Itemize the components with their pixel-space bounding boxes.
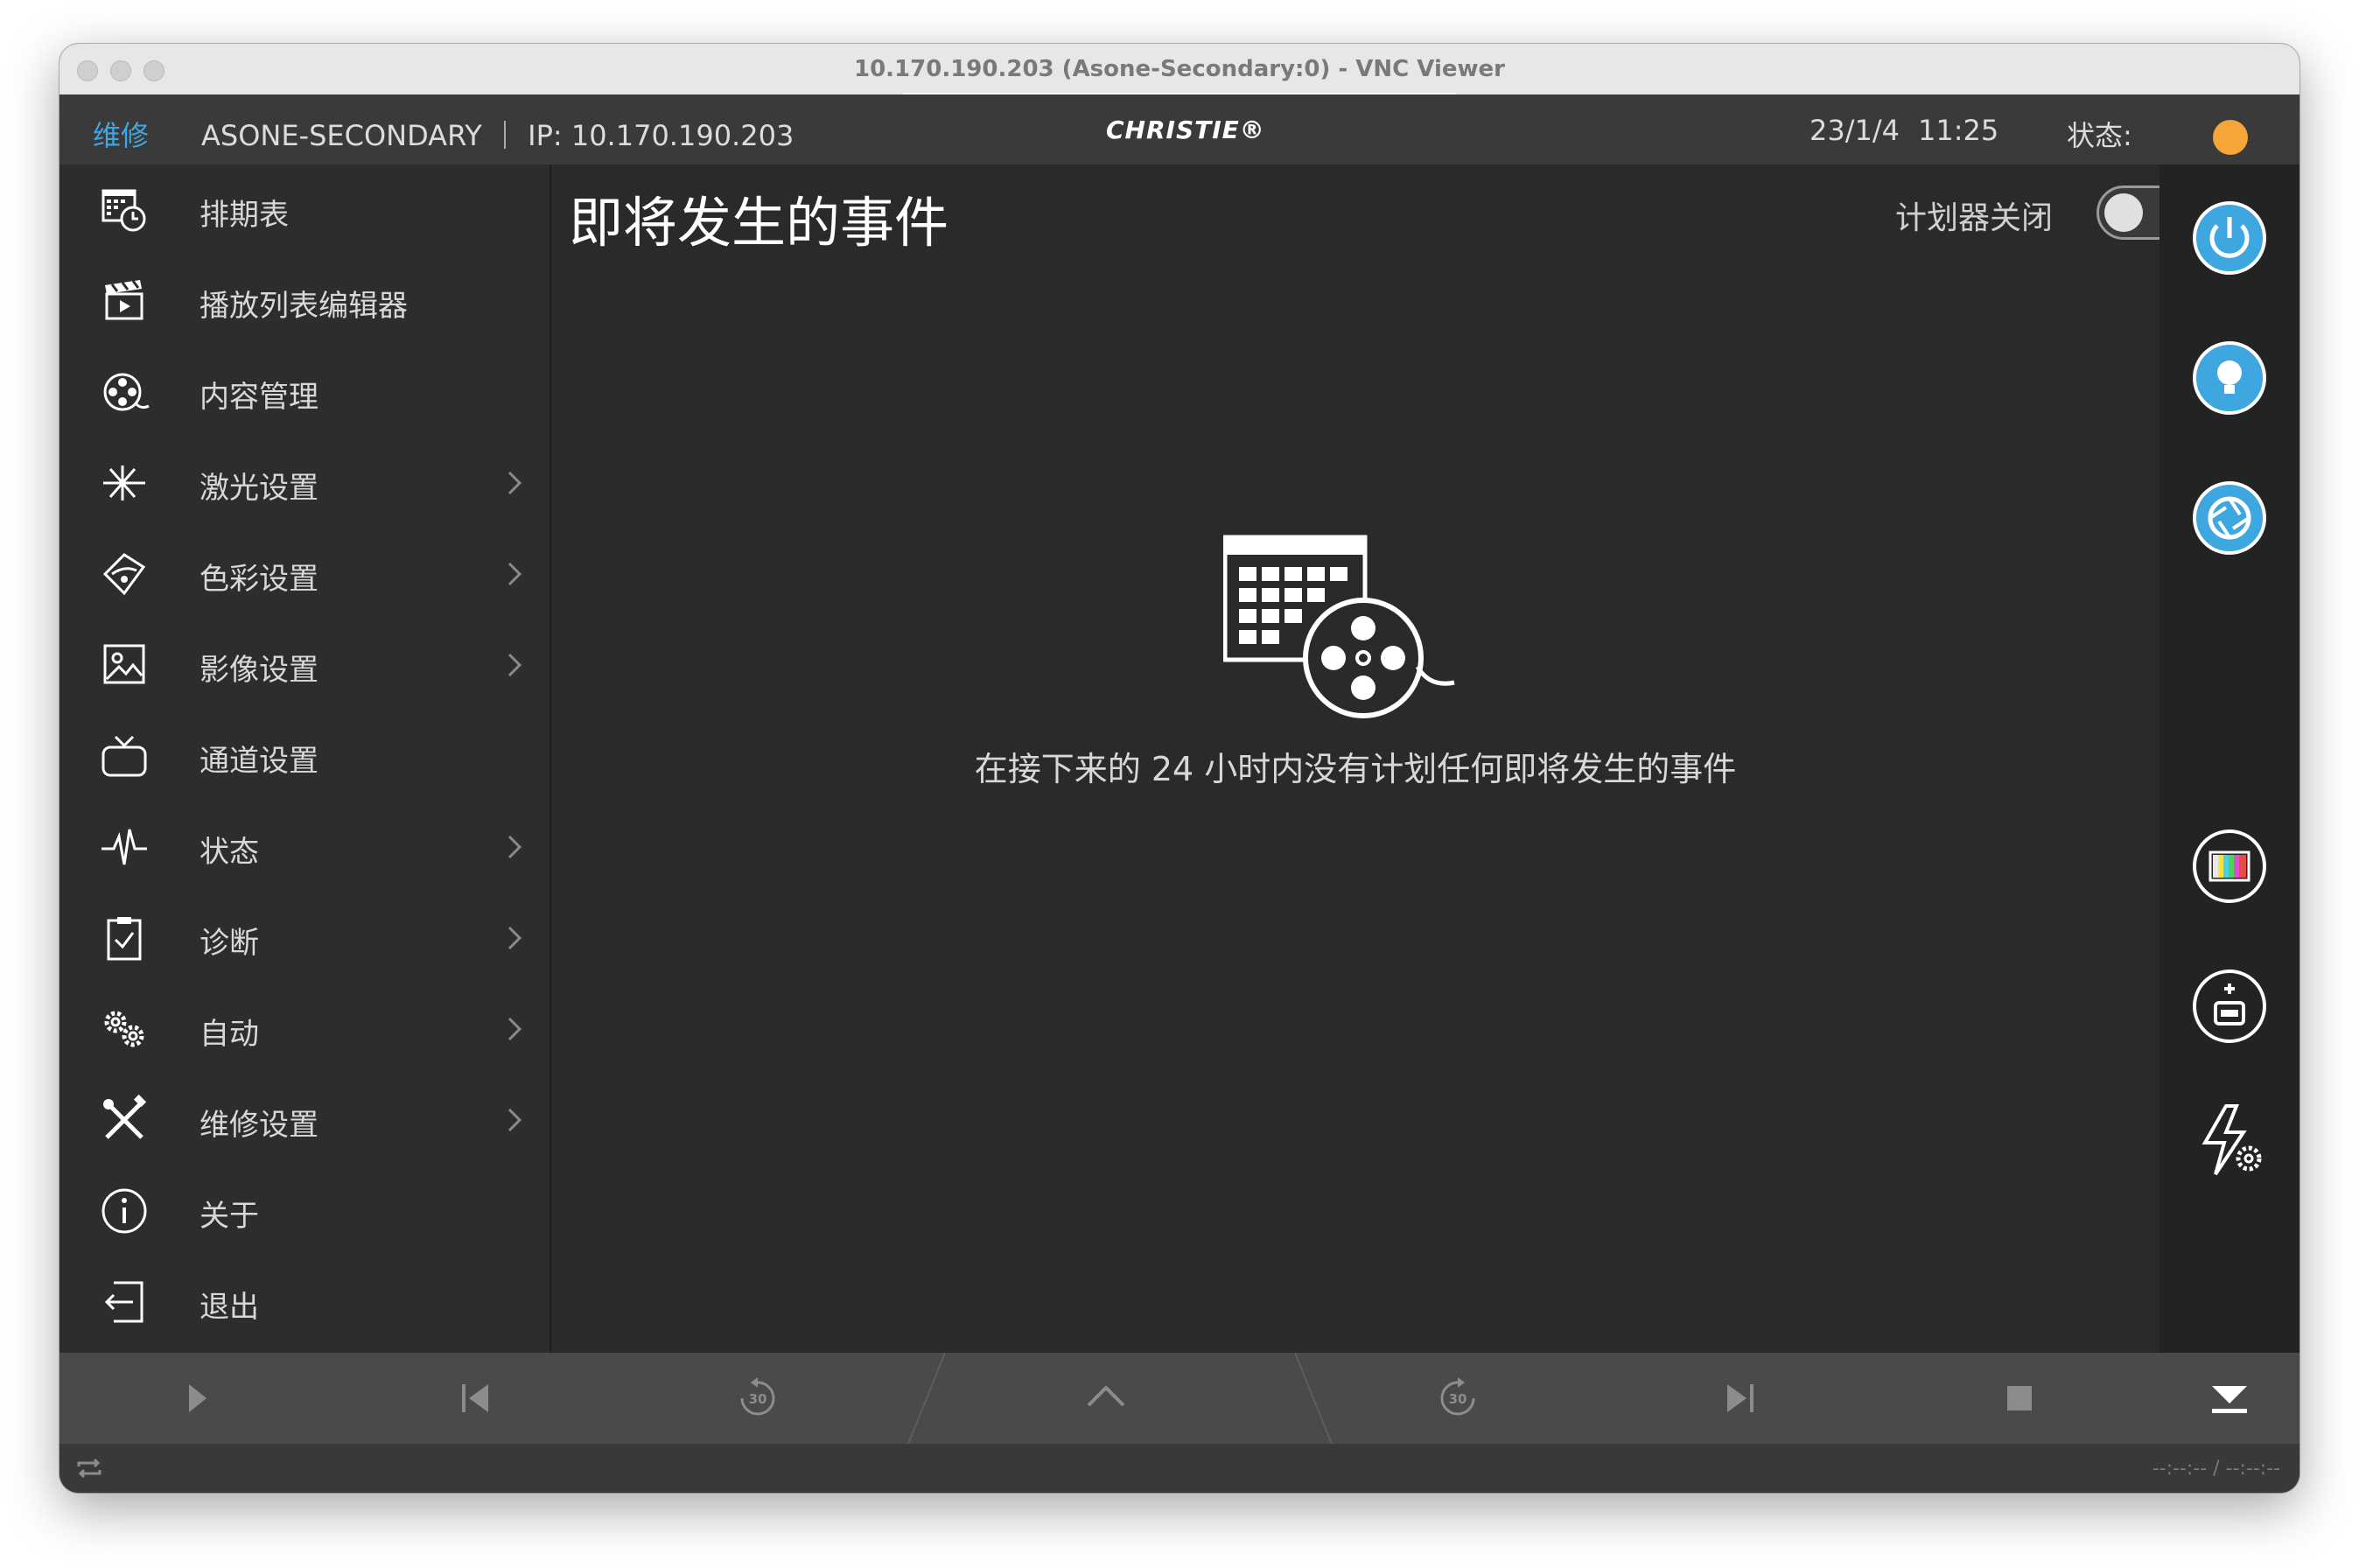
film-reel-icon [103, 373, 150, 411]
sidebar-item-automation[interactable]: 自动 [60, 984, 550, 1074]
scheduler-label: 计划器关闭 [1895, 200, 2054, 236]
rewind-30-icon[interactable]: 30 [732, 1372, 784, 1424]
sidebar-item-label: 退出 [200, 1290, 259, 1325]
toggle-knob [2104, 193, 2143, 232]
play-icon[interactable] [170, 1372, 222, 1424]
power-settings-icon[interactable] [2191, 1101, 2268, 1178]
divider [906, 1353, 947, 1444]
sidebar-item-service-settings[interactable]: 维修设置 [60, 1074, 550, 1166]
sidebar-item-content-management[interactable]: 内容管理 [60, 346, 550, 438]
color-tag-icon [102, 553, 146, 596]
forward-30-icon[interactable]: 30 [1432, 1372, 1484, 1424]
status-bar: --:--:-- / --:--:-- [60, 1444, 2300, 1493]
info-icon [102, 1188, 147, 1234]
main-panel: 即将发生的事件 计划器关闭 在接下来的 24 小时内没有计划任何即将发生的事件 [551, 164, 2200, 1353]
calendar-reel-icon [1223, 535, 1455, 718]
chevron-right-icon [508, 1017, 522, 1041]
expand-up-icon[interactable] [1080, 1372, 1132, 1424]
date-display: 23/1/4 [1810, 114, 1900, 147]
transport-bar: 30 30 [60, 1353, 2300, 1444]
skip-back-icon[interactable] [450, 1372, 502, 1424]
sidebar-item-diagnostics[interactable]: 诊断 [60, 892, 550, 984]
sidebar-item-schedule[interactable]: 排期表 [60, 164, 550, 256]
divider [1293, 1353, 1334, 1444]
power-icon[interactable] [2191, 200, 2268, 276]
empty-state-message: 在接下来的 24 小时内没有计划任何即将发生的事件 [974, 750, 1737, 788]
lamp-icon[interactable] [2191, 340, 2268, 416]
test-pattern-icon[interactable] [2191, 828, 2268, 905]
tv-icon [102, 735, 147, 777]
chevron-right-icon [508, 835, 522, 859]
ingest-icon[interactable] [2191, 968, 2268, 1045]
sidebar: 排期表 播放列表编辑器 内容管理 激光设置 色彩设置 影像设置 通道设置 状态 … [60, 164, 551, 1353]
laser-icon [103, 466, 145, 500]
sidebar-item-laser-settings[interactable]: 激光设置 [60, 438, 550, 528]
sidebar-item-channel-settings[interactable]: 通道设置 [60, 710, 550, 802]
pulse-icon [102, 829, 147, 865]
sidebar-item-exit[interactable]: 退出 [60, 1256, 550, 1348]
sidebar-item-label: 通道设置 [200, 744, 318, 779]
eject-icon[interactable] [2203, 1372, 2256, 1424]
sidebar-item-label: 激光设置 [200, 471, 318, 506]
sidebar-item-label: 排期表 [200, 198, 289, 233]
timecode-display: --:--:-- / --:--:-- [2152, 1458, 2280, 1480]
sidebar-item-image-settings[interactable]: 影像设置 [60, 620, 550, 710]
sidebar-item-playlist-editor[interactable]: 播放列表编辑器 [60, 256, 550, 346]
tools-icon [103, 1094, 147, 1139]
status-label: 状态: [2067, 119, 2132, 152]
gears-icon [104, 1011, 144, 1047]
top-bar: 维修 ASONE-SECONDARY ｜ IP: 10.170.190.203 … [60, 94, 2300, 164]
sidebar-item-label: 自动 [200, 1017, 259, 1052]
chevron-right-icon [508, 926, 522, 950]
status-indicator[interactable] [2213, 120, 2248, 155]
sidebar-item-label: 状态 [200, 835, 259, 870]
schedule-clock-icon [102, 189, 146, 232]
sidebar-item-label: 播放列表编辑器 [200, 289, 408, 324]
vnc-window: 10.170.190.203 (Asone-Secondary:0) - VNC… [60, 44, 2300, 1493]
sidebar-item-about[interactable]: 关于 [60, 1166, 550, 1256]
service-mode-label[interactable]: 维修 [93, 114, 149, 154]
time-display: 11:25 [1918, 114, 1999, 147]
title-bar: 10.170.190.203 (Asone-Secondary:0) - VNC… [60, 44, 2300, 96]
window-title: 10.170.190.203 (Asone-Secondary:0) - VNC… [854, 56, 1505, 82]
sidebar-item-label: 维修设置 [200, 1108, 318, 1143]
chevron-right-icon [508, 471, 522, 495]
sidebar-item-label: 内容管理 [200, 380, 318, 415]
device-info: ASONE-SECONDARY ｜ IP: 10.170.190.203 [201, 119, 794, 152]
sidebar-item-label: 色彩设置 [200, 562, 318, 597]
skip-forward-icon[interactable] [1713, 1372, 1766, 1424]
loop-icon[interactable] [75, 1456, 103, 1480]
sidebar-item-color-settings[interactable]: 色彩设置 [60, 528, 550, 620]
chevron-right-icon [508, 562, 522, 586]
sidebar-item-status[interactable]: 状态 [60, 802, 550, 892]
right-control-bar [2160, 164, 2300, 1353]
rewind-30-label: 30 [749, 1391, 767, 1407]
stop-icon[interactable] [1993, 1372, 2046, 1424]
sidebar-item-label: 关于 [200, 1199, 259, 1234]
sidebar-item-label: 诊断 [200, 926, 259, 961]
clapperboard-icon [105, 280, 144, 320]
shutter-icon[interactable] [2191, 480, 2268, 556]
image-icon [103, 644, 145, 684]
clipboard-check-icon [107, 917, 142, 961]
christie-logo: CHRISTIE® [1106, 116, 1265, 144]
logout-icon [104, 1281, 144, 1323]
chevron-right-icon [508, 653, 522, 677]
page-title: 即将发生的事件 [569, 191, 949, 255]
sidebar-item-label: 影像设置 [200, 653, 318, 688]
forward-30-label: 30 [1449, 1391, 1467, 1407]
chevron-right-icon [508, 1108, 522, 1132]
